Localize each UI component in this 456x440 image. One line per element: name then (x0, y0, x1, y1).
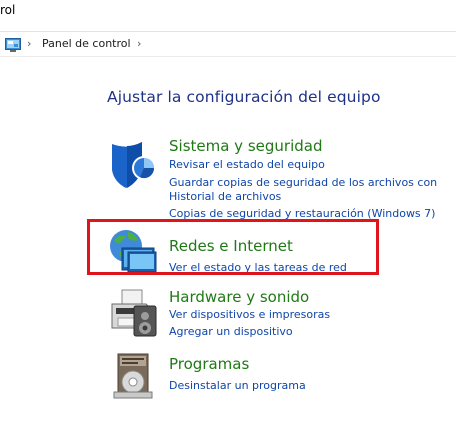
address-bar[interactable]: › Panel de control › (0, 31, 456, 57)
window-title: rol (0, 3, 16, 17)
link-review-status[interactable]: Revisar el estado del equipo (169, 158, 325, 172)
breadcrumb-chevron-icon[interactable]: › (137, 37, 141, 51)
link-add-device[interactable]: Agregar un dispositivo (169, 325, 293, 339)
link-file-history[interactable]: Historial de archivos (169, 190, 281, 204)
page-title: Ajustar la configuración del equipo (107, 88, 381, 106)
link-backup-files[interactable]: Guardar copias de seguridad de los archi… (169, 176, 437, 190)
category-title-hardware-sound[interactable]: Hardware y sonido (169, 288, 309, 306)
link-uninstall-program[interactable]: Desinstalar un programa (169, 379, 306, 393)
programs-icon[interactable] (110, 352, 158, 404)
highlight-box (87, 219, 379, 275)
shield-icon[interactable] (108, 140, 158, 194)
breadcrumb-chevron-icon[interactable]: › (27, 37, 31, 51)
category-title-system-security[interactable]: Sistema y seguridad (169, 137, 322, 155)
breadcrumb-control-panel[interactable]: Panel de control (42, 37, 131, 51)
printer-icon[interactable] (108, 288, 158, 342)
category-title-programs[interactable]: Programas (169, 355, 249, 373)
link-view-devices[interactable]: Ver dispositivos e impresoras (169, 308, 330, 322)
control-panel-icon (5, 37, 21, 52)
